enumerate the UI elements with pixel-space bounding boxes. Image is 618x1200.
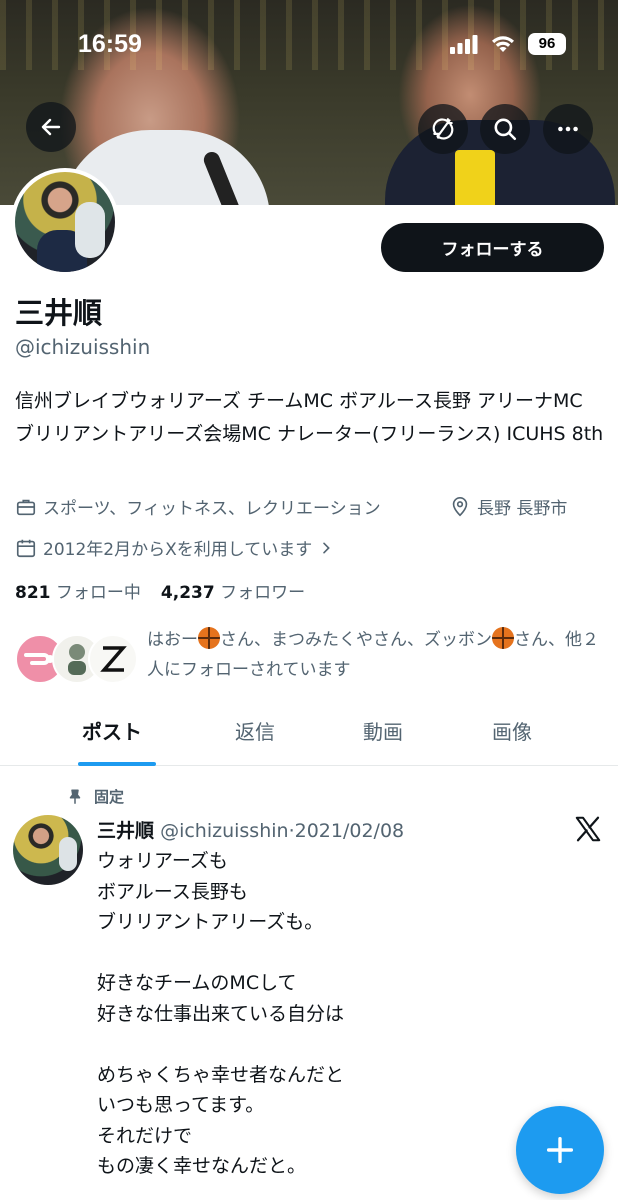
x-logo-icon [575,816,601,842]
profile-category: スポーツ、フィットネス、レクリエーション [15,494,381,519]
location-pin-icon [452,496,468,516]
basketball-icon [492,627,514,649]
pinned-indicator: 固定 [66,786,124,807]
location-text: 長野 長野市 [477,499,568,519]
followers-stat[interactable]: 4,237 フォロワー [161,578,305,603]
profile-bio: 信州ブレイブウォリアーズ チームMC ボアルース長野 アリーナMC ブリリアント… [15,390,604,445]
plus-icon [546,1136,574,1164]
follow-stats: 821 フォロー中 4,237 フォロワー [15,578,305,603]
mutual-followers-avatars[interactable] [15,634,138,688]
followers-count: 4,237 [160,583,215,603]
wifi-icon [492,36,514,52]
following-count: 821 [15,583,51,603]
post-header: 三井順 @ichizuisshin·2021/02/08 [97,816,404,843]
post-text: ウォリアーズも ボアルース長野も ブリリアントアリーズも。 好きなチームのMCし… [97,850,345,1177]
pin-icon [69,789,81,804]
profile-joined[interactable]: 2012年2月からXを利用しています [15,535,334,560]
profile-handle: @ichizuisshin [15,335,151,359]
search-button[interactable] [480,104,530,154]
more-icon [558,126,578,132]
calendar-icon [16,539,36,557]
back-button[interactable] [26,102,76,152]
tab-videos[interactable]: 動画 [363,716,403,745]
search-icon [494,118,517,141]
back-arrow-icon [41,118,61,136]
compose-post-button[interactable] [516,1106,604,1194]
post-author-handle[interactable]: @ichizuisshin [160,820,289,842]
followers-label: フォロワー [220,583,306,603]
category-text: スポーツ、フィットネス、レクリエーション [43,499,381,519]
briefcase-icon [16,499,36,515]
more-button[interactable] [543,104,593,154]
chevron-right-icon [323,542,331,553]
pinned-label: 固定 [94,788,125,806]
banner-lanyard [455,150,495,205]
following-stat[interactable]: 821 フォロー中 [15,578,141,603]
post-date[interactable]: 2021/02/08 [295,820,405,842]
tab-posts[interactable]: ポスト [82,716,142,745]
profile-location: 長野 長野市 [449,494,567,519]
post-author-avatar[interactable] [13,815,83,885]
follow-button[interactable]: フォローする [381,223,604,272]
status-time: 16:59 [78,30,142,58]
profile-name: 三井順 [15,296,103,330]
post-source-logo[interactable] [573,814,603,848]
fast-forward-icon [432,118,454,140]
profile-avatar[interactable] [11,168,119,276]
active-tab-indicator [78,762,156,766]
post-author-name[interactable]: 三井順 [97,820,154,842]
profile-tabs: ポスト 返信 動画 画像 [0,706,618,766]
battery-icon: 96 [528,33,566,55]
mutual-followers-text[interactable]: はおー さん、まつみたくやさん、ズッボン さん、他２人にフォローされています [147,625,607,685]
fast-forward-button[interactable] [418,104,468,154]
signal-icon [450,35,478,54]
mutual-avatar [88,634,138,684]
joined-text: 2012年2月からXを利用しています [43,540,313,560]
basketball-icon [198,627,220,649]
status-indicators: 96 [450,33,566,55]
following-label: フォロー中 [55,583,141,603]
avatar-object [75,202,105,258]
avatar-object [59,837,77,871]
tab-images[interactable]: 画像 [492,716,532,745]
tab-replies[interactable]: 返信 [235,716,275,745]
